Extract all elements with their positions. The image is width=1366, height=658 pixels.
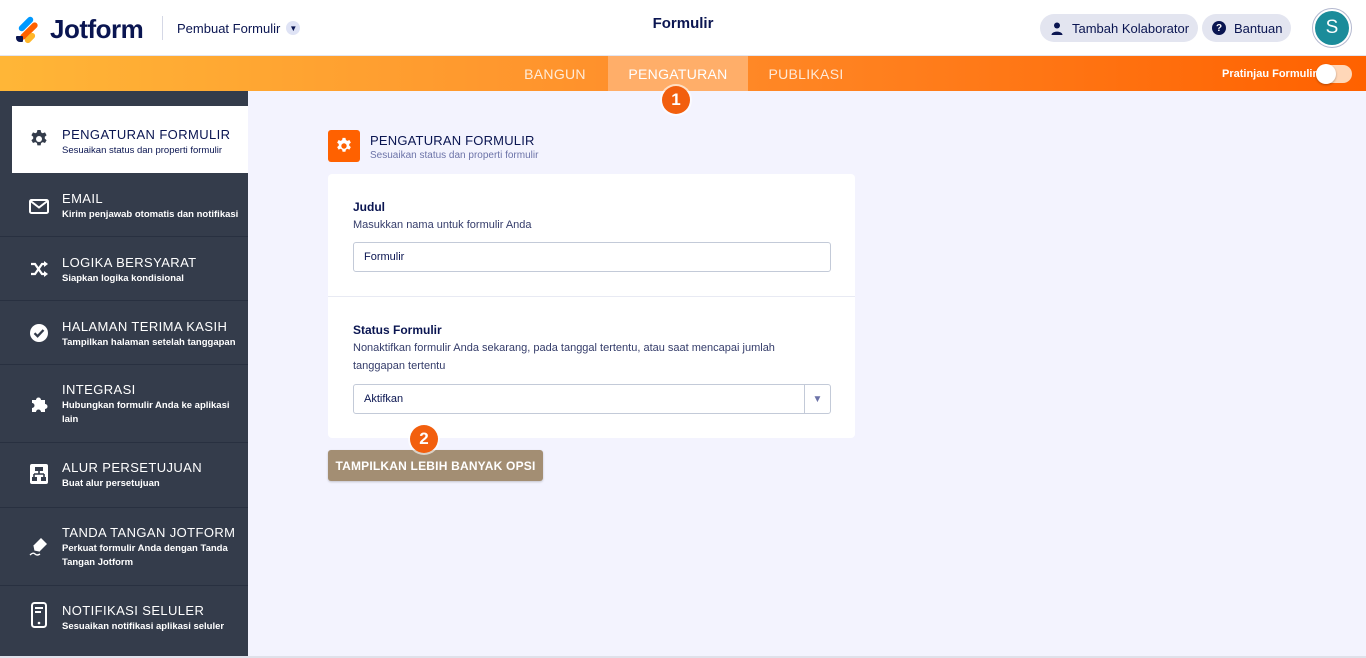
sidebar-item-title: INTEGRASI	[62, 382, 136, 397]
section-title: PENGATURAN FORMULIR	[370, 133, 535, 148]
chevron-down-icon: ▼	[286, 21, 301, 35]
sidebar-item-thank-you-page[interactable]: HALAMAN TERIMA KASIH Tampilkan halaman s…	[0, 301, 248, 365]
show-more-options-button[interactable]: TAMPILKAN LEBIH BANYAK OPSI	[328, 450, 543, 481]
form-title-input[interactable]	[353, 242, 831, 272]
top-header: Jotform Pembuat Formulir ▼ Formulir Tamb…	[0, 0, 1366, 56]
card-divider	[328, 296, 855, 297]
status-field-description: Nonaktifkan formulir Anda sekarang, pada…	[353, 342, 775, 372]
form-status-value: Aktifkan	[364, 393, 404, 405]
sidebar-item-title: HALAMAN TERIMA KASIH	[62, 319, 228, 334]
flow-icon	[28, 463, 50, 485]
sidebar-item-desc: Hubungkan formulir Anda ke aplikasi lain	[62, 400, 230, 425]
tab-publish[interactable]: PUBLIKASI	[752, 56, 860, 91]
jotform-logo[interactable]: Jotform	[16, 14, 144, 45]
envelope-icon	[28, 195, 50, 217]
sidebar-item-title: TANDA TANGAN JOTFORM	[62, 525, 236, 540]
step-badge-2: 2	[410, 425, 438, 453]
help-label: Bantuan	[1234, 20, 1283, 36]
sidebar-item-desc: Kirim penjawab otomatis dan notifikasi	[62, 209, 239, 220]
preview-form-label: Pratinjau Formulir	[1222, 68, 1317, 80]
builder-nav-bar: BANGUN PENGATURAN PUBLIKASI Pratinjau Fo…	[0, 56, 1366, 91]
jotform-logo-icon	[16, 15, 40, 44]
help-icon: ?	[1212, 21, 1226, 35]
preview-form-toggle[interactable]	[1316, 64, 1352, 84]
logo-text: Jotform	[50, 14, 144, 44]
add-collaborator-button[interactable]: Tambah Kolaborator	[1040, 14, 1199, 42]
sidebar-item-form-settings[interactable]: PENGATURAN FORMULIR Sesuaikan status dan…	[12, 106, 248, 173]
check-circle-icon	[28, 322, 50, 344]
add-collaborator-label: Tambah Kolaborator	[1072, 20, 1190, 36]
settings-sidebar: PENGATURAN FORMULIR Sesuaikan status dan…	[0, 91, 248, 658]
builder-menu-dropdown[interactable]: Pembuat Formulir ▼	[162, 16, 301, 40]
title-field-description: Masukkan nama untuk formulir Anda	[353, 219, 532, 231]
title-field-label: Judul	[353, 200, 385, 214]
sidebar-item-desc: Perkuat formulir Anda dengan Tanda Tanga…	[62, 543, 228, 568]
sidebar-item-email[interactable]: EMAIL Kirim penjawab otomatis dan notifi…	[0, 173, 248, 237]
gear-icon	[328, 130, 360, 162]
builder-menu-label: Pembuat Formulir	[177, 20, 281, 36]
form-status-select[interactable]: Aktifkan ▼	[353, 384, 831, 414]
tab-build[interactable]: BANGUN	[506, 56, 604, 91]
avatar-initial: S	[1315, 11, 1349, 45]
settings-card: Judul Masukkan nama untuk formulir Anda …	[328, 174, 855, 438]
sidebar-item-desc: Buat alur persetujuan	[62, 478, 160, 489]
gear-icon	[28, 128, 50, 150]
shuffle-icon	[28, 258, 50, 280]
help-button[interactable]: ? Bantuan	[1202, 14, 1292, 42]
sidebar-item-title: LOGIKA BERSYARAT	[62, 255, 197, 270]
sidebar-item-mobile-notifications[interactable]: NOTIFIKASI SELULER Sesuaikan notifikasi …	[0, 586, 248, 658]
sidebar-item-title: ALUR PERSETUJUAN	[62, 460, 203, 475]
sidebar-item-desc: Sesuaikan status dan properti formulir	[62, 145, 222, 156]
pen-icon	[28, 535, 50, 557]
dropdown-arrow-icon: ▼	[804, 385, 830, 413]
sidebar-item-title: EMAIL	[62, 191, 104, 206]
status-field-label: Status Formulir	[353, 323, 442, 337]
sidebar-item-title: NOTIFIKASI SELULER	[62, 603, 205, 618]
sidebar-item-desc: Siapkan logika kondisional	[62, 273, 184, 284]
sidebar-item-desc: Sesuaikan notifikasi aplikasi seluler	[62, 621, 225, 632]
sidebar-item-conditional-logic[interactable]: LOGIKA BERSYARAT Siapkan logika kondisio…	[0, 237, 248, 301]
user-icon	[1050, 21, 1064, 35]
sidebar-item-title: PENGATURAN FORMULIR	[62, 127, 231, 142]
sidebar-item-jotform-sign[interactable]: TANDA TANGAN JOTFORM Perkuat formulir An…	[0, 508, 248, 586]
sidebar-item-desc: Tampilkan halaman setelah tanggapan	[62, 337, 236, 348]
section-subtitle: Sesuaikan status dan properti formulir	[370, 150, 539, 161]
puzzle-icon	[28, 393, 50, 415]
sidebar-item-approval-flow[interactable]: ALUR PERSETUJUAN Buat alur persetujuan	[0, 443, 248, 508]
step-badge-1: 1	[662, 86, 690, 114]
sidebar-item-integrations[interactable]: INTEGRASI Hubungkan formulir Anda ke apl…	[0, 365, 248, 443]
avatar[interactable]: S	[1312, 8, 1352, 48]
mobile-icon	[28, 602, 50, 628]
